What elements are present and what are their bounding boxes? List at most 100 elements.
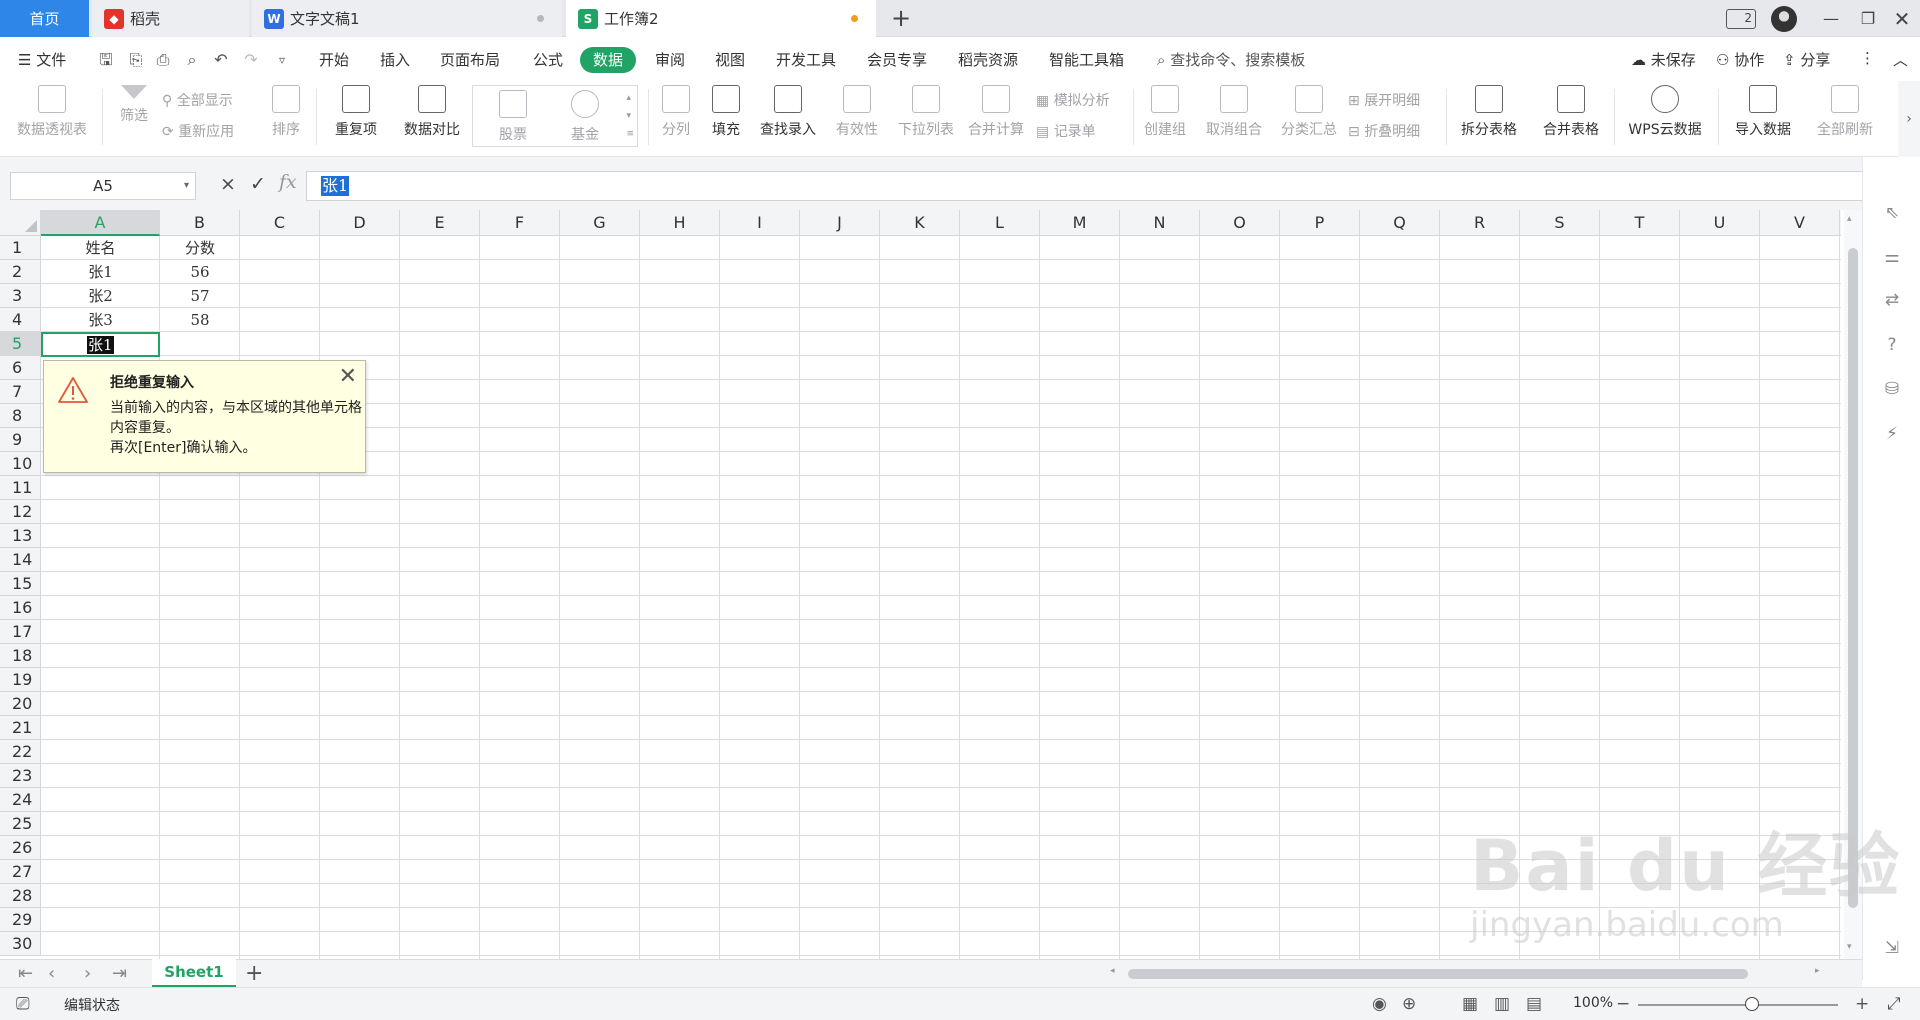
column-header-q[interactable]: Q: [1360, 210, 1440, 236]
fund-button[interactable]: 基金: [557, 90, 613, 144]
file-menu[interactable]: ☰ 文件: [18, 49, 66, 71]
column-header-a[interactable]: A: [41, 210, 160, 236]
column-header-m[interactable]: M: [1040, 210, 1120, 236]
cell-a4[interactable]: 张3: [41, 308, 160, 332]
new-tab-button[interactable]: +: [888, 4, 914, 32]
scroll-up-icon[interactable]: ▴: [1847, 214, 1852, 224]
scroll-left-icon[interactable]: ◂: [1110, 966, 1115, 976]
unsaved-dot-icon[interactable]: [851, 15, 858, 22]
row-header-30[interactable]: 30: [0, 932, 41, 956]
column-header-t[interactable]: T: [1600, 210, 1680, 236]
row-header-8[interactable]: 8: [0, 404, 41, 428]
column-header-p[interactable]: P: [1280, 210, 1360, 236]
column-header-i[interactable]: I: [720, 210, 800, 236]
user-avatar[interactable]: [1771, 6, 1797, 32]
menu-view[interactable]: 视图: [715, 49, 745, 71]
cell-b1[interactable]: 分数: [160, 236, 240, 260]
more-options-icon[interactable]: ⋮: [1860, 49, 1875, 67]
collapse-sidebar-icon[interactable]: ⇲: [1882, 938, 1902, 958]
create-group-button[interactable]: 创建组: [1140, 85, 1190, 139]
subtotal-button[interactable]: 分类汇总: [1278, 85, 1340, 139]
page-layout-view-icon[interactable]: ▥: [1494, 994, 1510, 1014]
row-header-20[interactable]: 20: [0, 692, 41, 716]
quick-access-more-icon[interactable]: ▿: [272, 50, 292, 70]
sort-button[interactable]: 排序: [264, 85, 308, 139]
cell-a3[interactable]: 张2: [41, 284, 160, 308]
cloud-save-status[interactable]: ☁ 未保存: [1631, 49, 1696, 70]
row-header-26[interactable]: 26: [0, 836, 41, 860]
menu-start[interactable]: 开始: [319, 49, 349, 71]
column-header-b[interactable]: B: [160, 210, 240, 236]
menu-formula[interactable]: 公式: [533, 49, 563, 71]
next-sheet-icon[interactable]: ›: [84, 963, 91, 984]
tab-workbook[interactable]: S 工作簿2: [566, 0, 876, 37]
export-pdf-icon[interactable]: ⎘: [126, 50, 146, 70]
row-header-13[interactable]: 13: [0, 524, 41, 548]
menu-member[interactable]: 会员专享: [867, 49, 927, 71]
column-header-c[interactable]: C: [240, 210, 320, 236]
column-header-d[interactable]: D: [320, 210, 400, 236]
lookup-entry-button[interactable]: 查找录入: [756, 85, 820, 139]
command-search[interactable]: ⌕ 查找命令、搜索模板: [1157, 49, 1305, 70]
scroll-down-icon[interactable]: ▾: [1847, 942, 1852, 952]
row-header-14[interactable]: 14: [0, 548, 41, 572]
column-header-e[interactable]: E: [400, 210, 480, 236]
select-pointer-icon[interactable]: ⇖: [1882, 203, 1902, 223]
cell-a2[interactable]: 张1: [41, 260, 160, 284]
row-header-1[interactable]: 1: [0, 236, 41, 260]
share-button[interactable]: ⇪ 分享: [1783, 49, 1830, 70]
menu-data[interactable]: 数据: [580, 47, 636, 73]
formula-input[interactable]: 张1: [306, 171, 1864, 201]
column-header-n[interactable]: N: [1120, 210, 1200, 236]
print-icon[interactable]: ⎙: [153, 50, 173, 70]
stock-button[interactable]: 股票: [485, 90, 541, 144]
row-header-21[interactable]: 21: [0, 716, 41, 740]
cancel-entry-icon[interactable]: ×: [220, 173, 236, 195]
row-header-25[interactable]: 25: [0, 812, 41, 836]
import-data-button[interactable]: 导入数据: [1726, 85, 1800, 139]
expand-detail-button[interactable]: ⊞ 展开明细: [1348, 90, 1420, 110]
prev-sheet-icon[interactable]: ‹: [48, 963, 55, 984]
row-header-29[interactable]: 29: [0, 908, 41, 932]
help-icon[interactable]: ?: [1882, 335, 1902, 355]
duplicates-button[interactable]: 重复项: [326, 85, 386, 139]
row-header-19[interactable]: 19: [0, 668, 41, 692]
tab-daoke[interactable]: ◆ 稻壳: [92, 0, 249, 37]
last-sheet-icon[interactable]: ⇥: [112, 963, 127, 984]
column-header-o[interactable]: O: [1200, 210, 1280, 236]
confirm-entry-icon[interactable]: ✓: [250, 173, 266, 195]
redo-icon[interactable]: ↷: [241, 50, 261, 70]
page-break-view-icon[interactable]: ▤: [1526, 994, 1542, 1014]
macro-record-icon[interactable]: ⎚: [16, 994, 30, 1014]
tab-home[interactable]: 首页: [0, 0, 89, 37]
column-header-u[interactable]: U: [1680, 210, 1760, 236]
save-icon[interactable]: 🖫: [96, 50, 116, 70]
sheet-tab-sheet1[interactable]: Sheet1: [152, 959, 236, 987]
column-header-v[interactable]: V: [1760, 210, 1840, 236]
row-header-3[interactable]: 3: [0, 284, 41, 308]
quick-action-icon[interactable]: ⚡: [1882, 424, 1902, 444]
consolidate-button[interactable]: 合并计算: [965, 85, 1027, 139]
row-header-28[interactable]: 28: [0, 884, 41, 908]
gallery-scroll-icon[interactable]: ▴ ▾ ≡: [626, 89, 634, 143]
refresh-all-button[interactable]: 全部刷新: [1808, 85, 1882, 139]
column-header-g[interactable]: G: [560, 210, 640, 236]
collapse-detail-button[interactable]: ⊟ 折叠明细: [1348, 121, 1420, 141]
menu-insert[interactable]: 插入: [380, 49, 410, 71]
row-header-7[interactable]: 7: [0, 380, 41, 404]
eye-protection-icon[interactable]: ◉: [1372, 994, 1387, 1014]
validity-button[interactable]: 有效性: [827, 85, 887, 139]
row-header-22[interactable]: 22: [0, 740, 41, 764]
row-header-12[interactable]: 12: [0, 500, 41, 524]
fullscreen-icon[interactable]: ⤢: [1887, 994, 1901, 1014]
zoom-slider-knob[interactable]: [1745, 997, 1759, 1011]
window-count-badge[interactable]: 2: [1726, 9, 1756, 29]
column-header-r[interactable]: R: [1440, 210, 1520, 236]
column-header-l[interactable]: L: [960, 210, 1040, 236]
property-sliders-icon[interactable]: ⚌: [1882, 247, 1902, 267]
zoom-out-icon[interactable]: −: [1616, 994, 1630, 1014]
horizontal-scroll-thumb[interactable]: [1128, 969, 1748, 979]
backup-icon[interactable]: ⛁: [1882, 379, 1902, 399]
row-header-27[interactable]: 27: [0, 860, 41, 884]
tab-close-dot-icon[interactable]: [537, 15, 544, 22]
